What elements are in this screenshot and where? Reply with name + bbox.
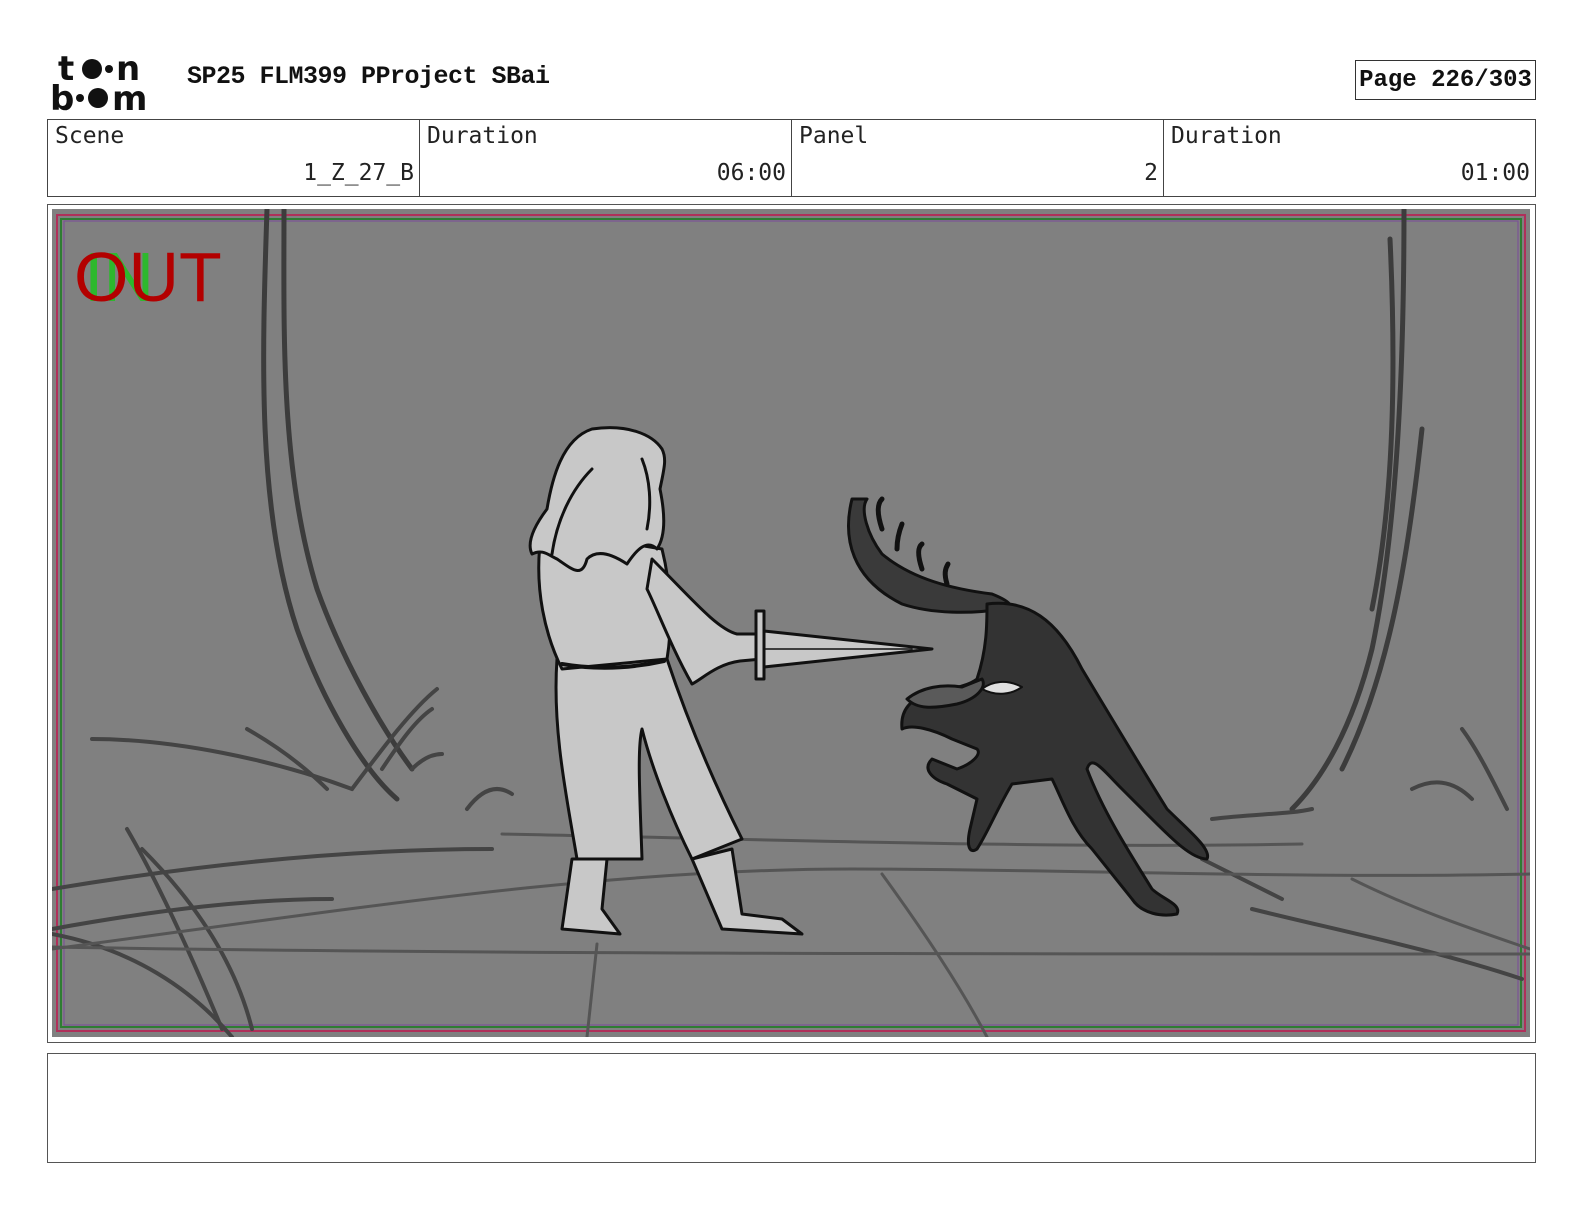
panel-duration-label: Duration [1171,123,1282,149]
transition-out-marker: OUT [74,238,222,316]
panel-duration-value: 01:00 [1460,160,1530,186]
scene-duration-cell: Duration 06:00 [420,120,792,196]
panel-drawing: IN OUT [52,209,1530,1037]
svg-text:m: m [112,79,147,114]
panel-cell: Panel 2 [792,120,1164,196]
scene-value: 1_Z_27_B [303,160,414,186]
panel-info-table: Scene 1_Z_27_B Duration 06:00 Panel 2 Du… [47,119,1536,197]
page-number: Page 226/303 [1355,60,1536,100]
storyboard-panel: IN OUT [47,204,1536,1043]
scene-duration-value: 06:00 [716,160,786,186]
svg-text:b: b [50,79,74,114]
panel-background [52,209,1530,1037]
toon-boom-logo: t n b m [50,50,147,114]
scene-duration-label: Duration [427,123,538,149]
panel-duration-cell: Duration 01:00 [1164,120,1535,196]
project-title: SP25 FLM399 PProject SBai [187,62,550,91]
panel-value: 2 [1144,160,1158,186]
panel-notes-box [47,1053,1536,1163]
scene-label: Scene [55,123,125,149]
scene-cell: Scene 1_Z_27_B [48,120,420,196]
panel-label: Panel [799,123,869,149]
